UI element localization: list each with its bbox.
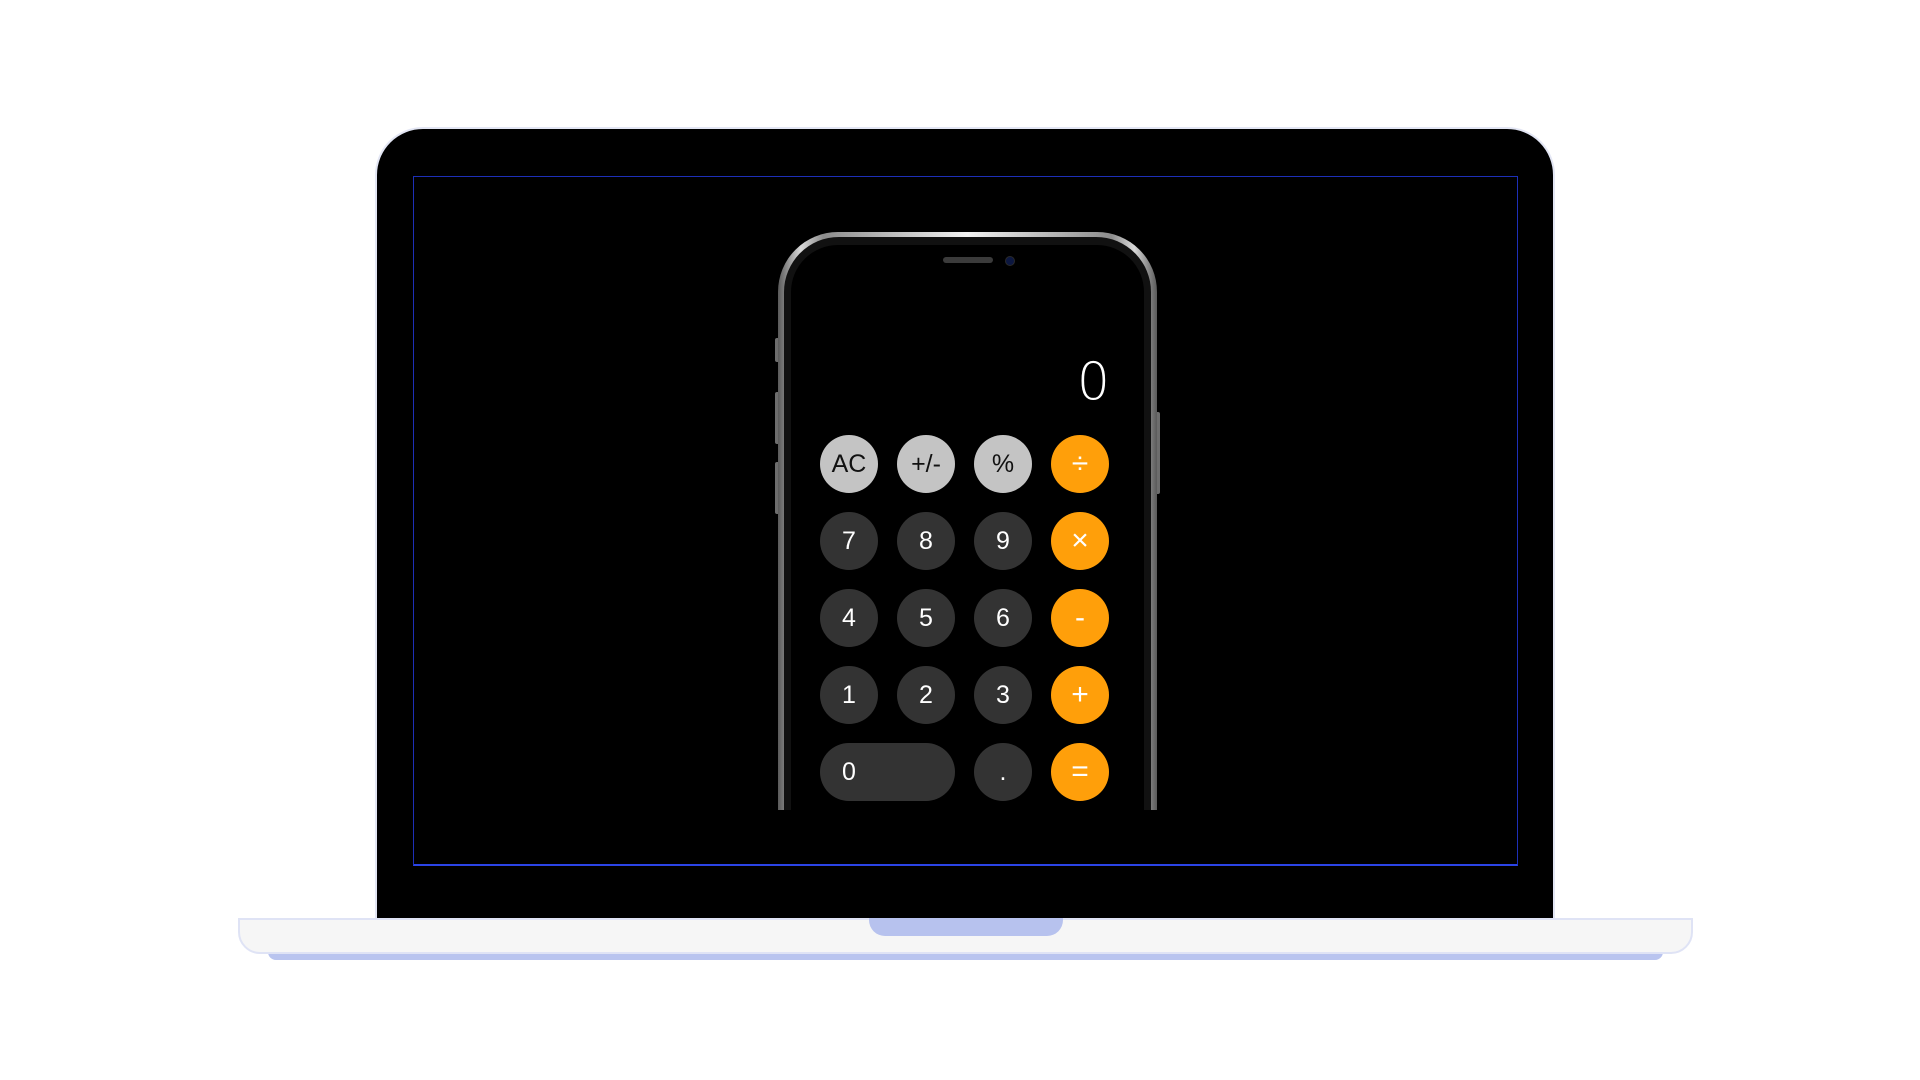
laptop-notch bbox=[869, 918, 1063, 936]
digit-8-button[interactable]: 8 bbox=[897, 512, 955, 570]
phone-mockup: 0 AC +/- % ÷ 7 8 9 × 4 5 6 - 1 2 3 + 0 .… bbox=[778, 232, 1157, 810]
plus-minus-button[interactable]: +/- bbox=[897, 435, 955, 493]
percent-button[interactable]: % bbox=[974, 435, 1032, 493]
digit-1-button[interactable]: 1 bbox=[820, 666, 878, 724]
equals-button[interactable]: = bbox=[1051, 743, 1109, 801]
subtract-button[interactable]: - bbox=[1051, 589, 1109, 647]
digit-0-button[interactable]: 0 bbox=[820, 743, 955, 801]
ac-button[interactable]: AC bbox=[820, 435, 878, 493]
digit-6-button[interactable]: 6 bbox=[974, 589, 1032, 647]
phone-speaker bbox=[943, 257, 993, 263]
calculator-display: 0 bbox=[1076, 352, 1110, 412]
digit-3-button[interactable]: 3 bbox=[974, 666, 1032, 724]
page: 0 AC +/- % ÷ 7 8 9 × 4 5 6 - 1 2 3 + 0 .… bbox=[0, 0, 1920, 1080]
digit-9-button[interactable]: 9 bbox=[974, 512, 1032, 570]
digit-5-button[interactable]: 5 bbox=[897, 589, 955, 647]
add-button[interactable]: + bbox=[1051, 666, 1109, 724]
phone-camera bbox=[1005, 256, 1015, 266]
digit-2-button[interactable]: 2 bbox=[897, 666, 955, 724]
multiply-button[interactable]: × bbox=[1051, 512, 1109, 570]
digit-4-button[interactable]: 4 bbox=[820, 589, 878, 647]
digit-7-button[interactable]: 7 bbox=[820, 512, 878, 570]
decimal-button[interactable]: . bbox=[974, 743, 1032, 801]
divide-button[interactable]: ÷ bbox=[1051, 435, 1109, 493]
